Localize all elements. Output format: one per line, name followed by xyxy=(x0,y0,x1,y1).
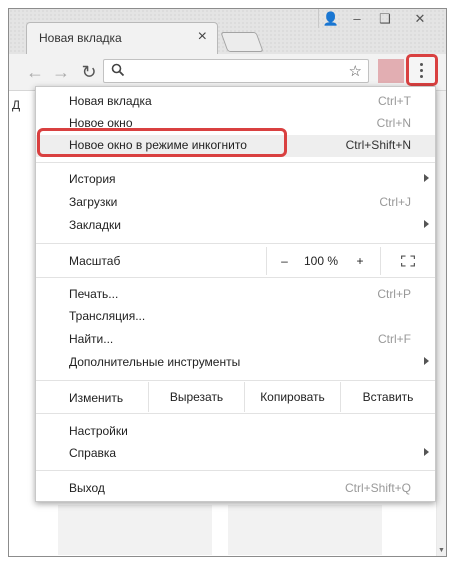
menu-item-label: Дополнительные инструменты xyxy=(69,355,241,369)
copy-button[interactable]: Копировать xyxy=(244,382,340,412)
scrollbar[interactable]: ▼ xyxy=(437,91,446,556)
thumbnail-tile[interactable] xyxy=(58,505,212,555)
menu-item-label: Печать... xyxy=(69,287,119,301)
tab-title: Новая вкладка xyxy=(39,31,122,45)
submenu-arrow-icon xyxy=(424,448,429,456)
menu-item-find[interactable]: Найти... Ctrl+F xyxy=(36,329,435,351)
zoom-value: 100 % xyxy=(303,254,339,268)
menu-dots-icon xyxy=(420,63,424,79)
menu-divider xyxy=(36,162,435,163)
menu-item-label: Настройки xyxy=(69,424,128,438)
edit-row: Изменить Вырезать Копировать Вставить xyxy=(36,382,435,412)
menu-divider xyxy=(36,243,435,244)
tab-new-tab[interactable]: Новая вкладка × xyxy=(26,22,218,54)
zoom-in-button[interactable]: + xyxy=(340,247,380,275)
menu-divider xyxy=(36,380,435,381)
menu-item-shortcut: Ctrl+N xyxy=(376,116,411,130)
menu-item-shortcut: Ctrl+F xyxy=(378,332,411,346)
zoom-out-button[interactable]: – xyxy=(266,247,302,275)
menu-item-label: Загрузки xyxy=(69,195,118,209)
close-window-icon[interactable]: ✕ xyxy=(400,9,440,28)
paste-button[interactable]: Вставить xyxy=(340,382,435,412)
menu-item-label: Новая вкладка xyxy=(69,94,152,108)
menu-item-bookmarks[interactable]: Закладки xyxy=(36,215,435,237)
zoom-label: Масштаб xyxy=(69,254,121,268)
new-tab-button[interactable] xyxy=(220,32,264,52)
menu-item-shortcut: Ctrl+J xyxy=(379,195,411,209)
menu-item-help[interactable]: Справка xyxy=(36,443,435,465)
menu-item-new-tab[interactable]: Новая вкладка Ctrl+T xyxy=(36,91,435,113)
back-arrow-icon[interactable]: ← xyxy=(25,62,45,82)
maximize-icon[interactable]: ❑ xyxy=(372,9,398,28)
submenu-arrow-icon xyxy=(424,357,429,365)
zoom-row: Масштаб – 100 % + xyxy=(36,247,435,275)
reload-icon[interactable]: ↻ xyxy=(79,62,99,82)
thumbnail-tile[interactable] xyxy=(228,505,382,555)
menu-item-downloads[interactable]: Загрузки Ctrl+J xyxy=(36,192,435,214)
search-icon xyxy=(111,63,125,82)
scroll-down-icon[interactable]: ▼ xyxy=(437,547,446,554)
menu-button[interactable] xyxy=(406,54,438,86)
menu-item-shortcut: Ctrl+P xyxy=(377,287,411,301)
menu-item-label: Трансляция... xyxy=(69,309,146,323)
minimize-icon[interactable]: – xyxy=(344,9,370,28)
edit-label: Изменить xyxy=(69,391,124,405)
menu-item-exit[interactable]: Выход Ctrl+Shift+Q xyxy=(36,478,435,500)
tab-close-icon[interactable]: × xyxy=(198,29,207,45)
cut-button[interactable]: Вырезать xyxy=(148,382,244,412)
menu-divider xyxy=(36,470,435,471)
fullscreen-icon xyxy=(401,255,415,267)
address-bar[interactable]: ☆ xyxy=(103,59,369,83)
menu-item-label: Закладки xyxy=(69,218,121,232)
user-icon[interactable]: 👤 xyxy=(318,9,343,28)
menu-item-shortcut: Ctrl+Shift+N xyxy=(345,138,411,152)
menu-divider xyxy=(36,413,435,414)
menu-item-more-tools[interactable]: Дополнительные инструменты xyxy=(36,352,435,374)
submenu-arrow-icon xyxy=(424,220,429,228)
menu-item-history[interactable]: История xyxy=(36,169,435,191)
menu-divider xyxy=(36,277,435,278)
star-icon[interactable]: ☆ xyxy=(349,62,362,80)
forward-arrow-icon[interactable]: → xyxy=(51,62,71,82)
menu-item-settings[interactable]: Настройки xyxy=(36,421,435,443)
menu-item-label: Найти... xyxy=(69,332,114,346)
bookmarks-bar-partial-label: Д xyxy=(12,98,21,112)
incognito-highlight-frame xyxy=(37,128,287,157)
menu-item-label: Выход xyxy=(69,481,105,495)
menu-item-label: Справка xyxy=(69,446,117,460)
menu-item-print[interactable]: Печать... Ctrl+P xyxy=(36,284,435,306)
menu-item-shortcut: Ctrl+T xyxy=(378,94,411,108)
fullscreen-button[interactable] xyxy=(380,247,435,275)
submenu-arrow-icon xyxy=(424,174,429,182)
menu-item-shortcut: Ctrl+Shift+Q xyxy=(344,481,411,495)
menu-item-label: История xyxy=(69,172,116,186)
menu-item-cast[interactable]: Трансляция... xyxy=(36,306,435,328)
extension-icon[interactable] xyxy=(378,59,404,83)
